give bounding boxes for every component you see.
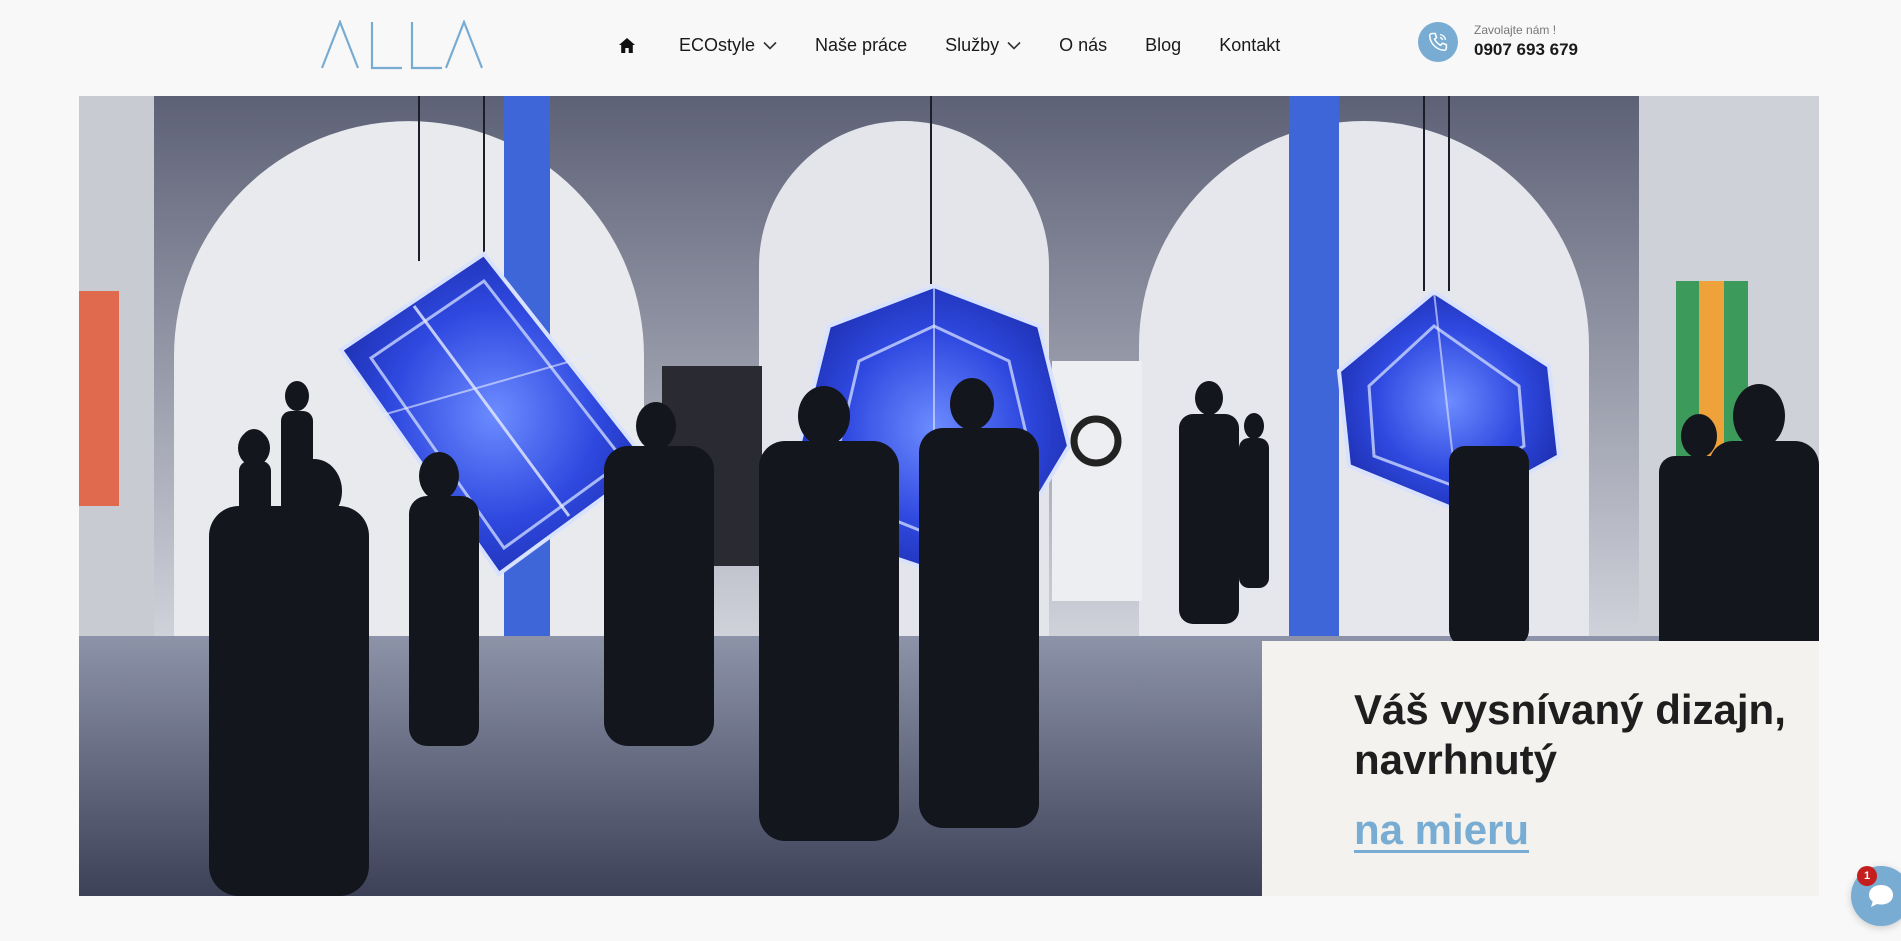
nav-item-o-nas[interactable]: O nás: [1059, 35, 1107, 56]
chevron-down-icon: [1007, 41, 1021, 50]
nav-item-kontakt[interactable]: Kontakt: [1219, 35, 1280, 56]
nav-item-ecostyle[interactable]: ECOstyle: [679, 35, 777, 56]
hero-section: Váš vysnívaný dizajn, navrhnutý na mieru: [79, 96, 1819, 896]
alla-logo[interactable]: [320, 20, 484, 70]
site-header: ECOstyle Naše práce Služby O nás Blog Ko…: [0, 0, 1901, 96]
phone-contact: Zavolajte nám ! 0907 693 679: [1418, 22, 1578, 62]
chevron-down-icon: [763, 41, 777, 50]
phone-icon: [1428, 32, 1448, 52]
nav-item-label: ECOstyle: [679, 34, 756, 55]
nav-home[interactable]: [615, 33, 639, 57]
phone-label: Zavolajte nám !: [1474, 23, 1557, 37]
main-navigation: ECOstyle Naše práce Služby O nás Blog Ko…: [615, 28, 1280, 62]
nav-item-label: Blog: [1145, 34, 1182, 55]
hero-text-card: Váš vysnívaný dizajn, navrhnutý na mieru: [1262, 641, 1819, 896]
nav-item-label: O nás: [1059, 34, 1108, 55]
phone-button[interactable]: [1418, 22, 1458, 62]
phone-text: Zavolajte nám ! 0907 693 679: [1474, 22, 1578, 62]
nav-item-label: Naše práce: [815, 34, 908, 55]
nav-item-nase-prace[interactable]: Naše práce: [815, 35, 907, 56]
phone-number[interactable]: 0907 693 679: [1474, 38, 1578, 62]
hero-accent-link[interactable]: na mieru: [1354, 805, 1529, 855]
nav-item-sluzby[interactable]: Služby: [945, 35, 1021, 56]
home-icon: [619, 37, 635, 53]
nav-item-blog[interactable]: Blog: [1145, 35, 1181, 56]
chat-bubble-icon: [1869, 885, 1893, 907]
nav-item-label: Kontakt: [1219, 34, 1281, 55]
chat-notification-badge: 1: [1857, 866, 1877, 886]
hero-title: Váš vysnívaný dizajn, navrhnutý: [1354, 686, 1786, 783]
nav-item-label: Služby: [945, 34, 1000, 55]
